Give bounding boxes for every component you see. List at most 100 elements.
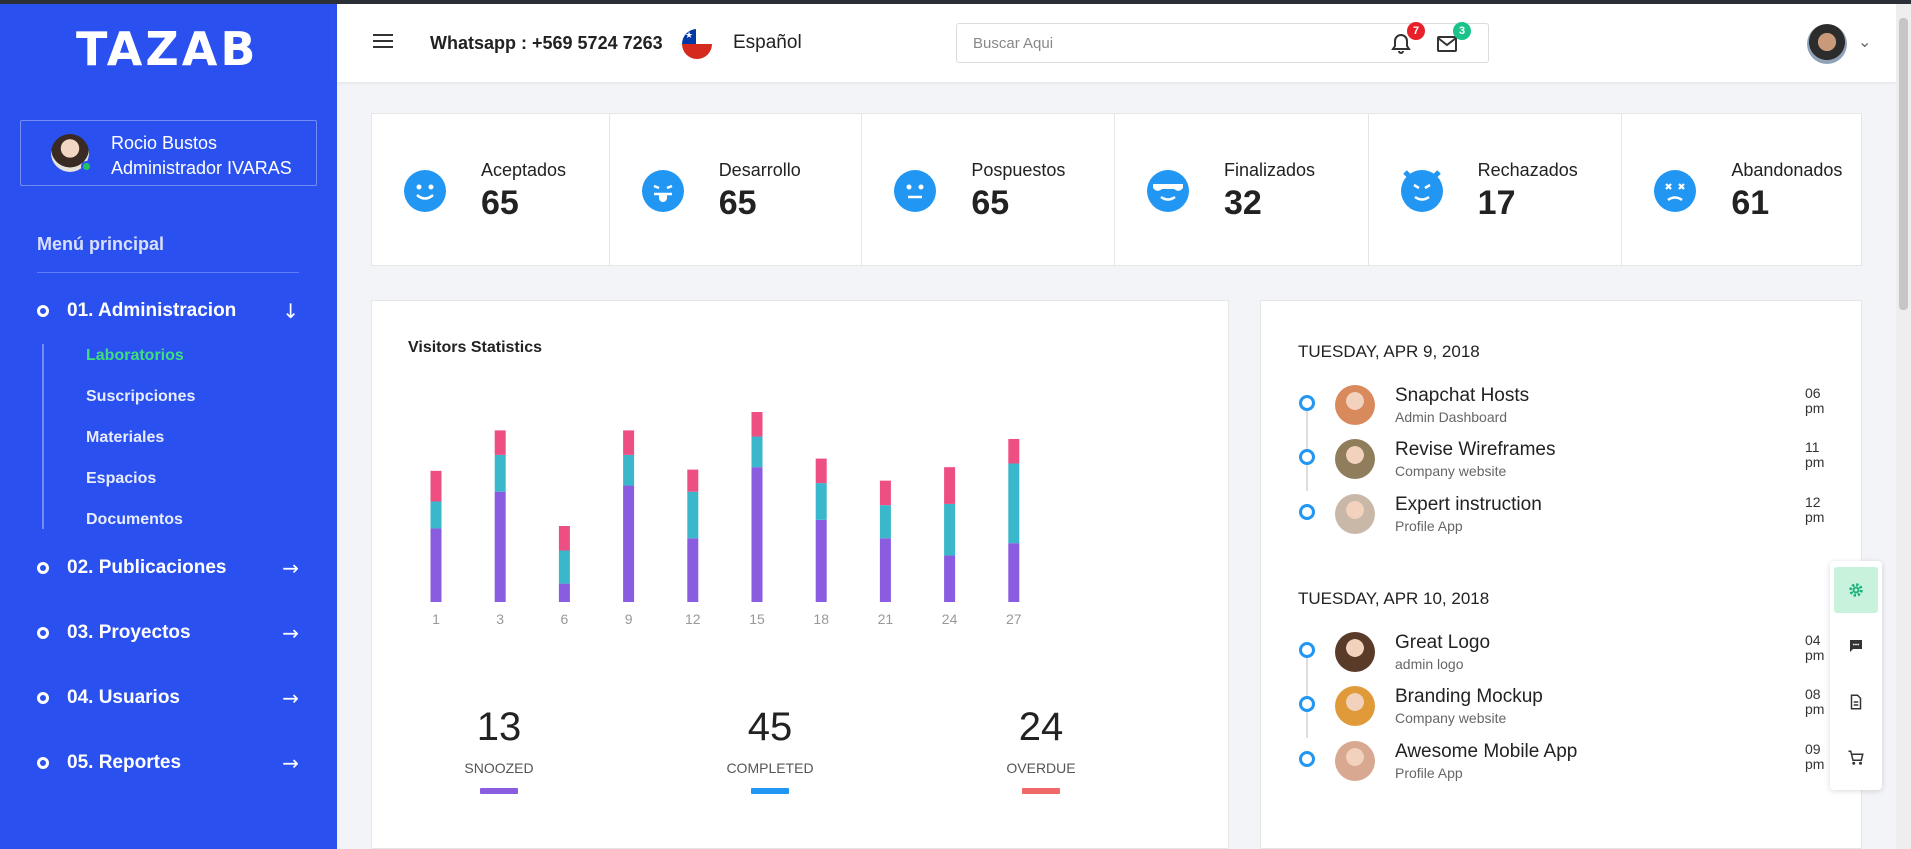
menu-item-label: 01. Administracion (67, 300, 237, 321)
summary-completed: 45 COMPLETED (700, 705, 840, 794)
menu-item-usuarios[interactable]: 04. Usuarios → (37, 683, 299, 713)
menu-item-label: 05. Reportes (67, 752, 182, 773)
event-avatar (1335, 741, 1375, 781)
chart-bar-segment (815, 458, 827, 484)
chevron-down-icon[interactable]: ⌄ (1858, 32, 1871, 51)
chart-bar-segment (1008, 463, 1020, 544)
timeline-date: TUESDAY, APR 10, 2018 (1298, 589, 1490, 608)
chart-bar-segment (815, 519, 827, 602)
page-scrollbar-thumb[interactable] (1899, 18, 1908, 310)
notifications-button[interactable]: 7 (1389, 22, 1425, 56)
event-subtitle: admin logo (1395, 656, 1464, 672)
event-title: Expert instruction (1395, 494, 1542, 515)
event-avatar (1335, 686, 1375, 726)
visitors-statistics-card: Visitors Statistics 1 3 6 9 12 15 18 21 24 27 13 … (371, 300, 1229, 849)
stat-value: 65 (971, 184, 1010, 222)
stat-desarrollo: Desarrollo 65 (610, 114, 863, 265)
x-tick-label: 1 (432, 611, 440, 627)
arrow-down-icon: ↓ (282, 299, 299, 323)
submenu-item-laboratorios[interactable]: Laboratorios (86, 347, 184, 365)
summary-color-bar (480, 788, 518, 794)
chart-bar-segment (879, 505, 891, 539)
timeline-dot (1299, 395, 1315, 411)
timeline-event[interactable]: Branding Mockup Company website 08 pm (1261, 686, 1841, 734)
chart-bar-segment (687, 491, 699, 539)
timeline-event[interactable]: Expert instruction Profile App 12 pm (1261, 494, 1841, 542)
submenu-guide-line (42, 344, 44, 529)
settings-button[interactable] (1834, 567, 1878, 613)
document-button[interactable] (1834, 679, 1878, 725)
bullet-icon (37, 627, 49, 639)
chart-bar-segment (430, 501, 442, 529)
menu-item-label: 02. Publicaciones (67, 557, 227, 578)
chart-bar-segment (1008, 543, 1020, 602)
event-subtitle: Profile App (1395, 518, 1463, 534)
menu-item-administracion[interactable]: 01. Administracion ↓ (37, 296, 299, 326)
event-avatar (1335, 632, 1375, 672)
event-title: Great Logo (1395, 632, 1491, 653)
summary-value: 13 (476, 705, 522, 749)
stat-finalizados: Finalizados 32 (1115, 114, 1369, 265)
x-tick-label: 21 (878, 611, 894, 627)
event-subtitle: Admin Dashboard (1395, 409, 1508, 425)
timeline-event[interactable]: Awesome Mobile App Profile App 09 pm (1261, 741, 1841, 789)
summary-value: 45 (747, 705, 793, 749)
neutral-face-icon (894, 170, 937, 212)
summary-snoozed: 13 SNOOZED (429, 705, 569, 794)
chart-bar-segment (494, 491, 506, 602)
timeline-date: TUESDAY, APR 9, 2018 (1298, 342, 1480, 361)
timeline-event[interactable]: Snapchat Hosts Admin Dashboard 06 pm (1261, 385, 1841, 433)
cart-button[interactable] (1834, 735, 1878, 781)
tongue-face-icon (641, 170, 684, 212)
language-selector[interactable]: Español (733, 32, 802, 54)
x-tick-label: 12 (685, 611, 701, 627)
stat-aceptados: Aceptados 65 (372, 114, 610, 265)
timeline-event[interactable]: Great Logo admin logo 04 pm (1261, 632, 1841, 680)
arrow-right-icon: → (282, 686, 299, 710)
visitors-bar-chart: 1 3 6 9 12 15 18 21 24 27 (430, 412, 1022, 627)
event-subtitle: Company website (1395, 463, 1507, 479)
menu-item-proyectos[interactable]: 03. Proyectos → (37, 618, 299, 648)
header-user-avatar[interactable] (1807, 24, 1847, 64)
chile-flag-icon[interactable]: ★ (682, 29, 712, 59)
timeline-dot (1299, 504, 1315, 520)
user-profile-card[interactable]: Rocio Bustos Administrador IVARAS (20, 120, 317, 186)
chart-bar-segment (879, 480, 891, 506)
stat-label: Pospuestos (971, 160, 1066, 180)
timeline-event[interactable]: Revise Wireframes Company website 11 pm (1261, 439, 1841, 487)
stat-label: Finalizados (1224, 160, 1316, 180)
timeline-card: TUESDAY, APR 9, 2018 Snapchat Hosts Admi… (1260, 300, 1862, 849)
event-subtitle: Company website (1395, 710, 1507, 726)
chart-bar-segment (687, 469, 699, 492)
event-title: Revise Wireframes (1395, 439, 1556, 460)
brand-logo[interactable]: TAZAB (76, 22, 258, 76)
chart-bar-segment (751, 412, 763, 437)
submenu-item-suscripciones[interactable]: Suscripciones (86, 388, 195, 406)
event-time: 06 pm (1805, 385, 1825, 416)
event-time: 04 pm (1805, 632, 1825, 663)
chart-bar-segment (687, 538, 699, 602)
stat-value: 65 (718, 184, 757, 222)
chart-bar-segment (944, 467, 956, 504)
user-name: Rocio Bustos (111, 133, 218, 153)
stat-value: 65 (481, 184, 519, 222)
menu-item-label: 04. Usuarios (67, 687, 180, 708)
summary-overdue: 24 OVERDUE (971, 705, 1111, 794)
menu-item-reportes[interactable]: 05. Reportes → (37, 748, 299, 778)
stat-pospuestos: Pospuestos 65 (862, 114, 1115, 265)
timeline-dot (1299, 696, 1315, 712)
messages-button[interactable]: 3 (1435, 22, 1471, 56)
submenu-item-documentos[interactable]: Documentos (86, 511, 183, 529)
stat-abandonados: Abandonados 61 (1622, 114, 1861, 265)
sunglasses-face-icon (1147, 170, 1189, 212)
online-status-dot (81, 161, 92, 172)
bullet-icon (37, 305, 49, 317)
menu-item-publicaciones[interactable]: 02. Publicaciones → (37, 553, 299, 583)
stat-label: Aceptados (481, 160, 567, 180)
submenu-item-materiales[interactable]: Materiales (86, 429, 164, 447)
submenu-item-espacios[interactable]: Espacios (86, 470, 156, 488)
hamburger-menu-icon[interactable] (373, 34, 393, 50)
event-title: Snapchat Hosts (1395, 385, 1530, 406)
devil-face-icon (1400, 170, 1443, 212)
chat-button[interactable] (1834, 623, 1878, 669)
